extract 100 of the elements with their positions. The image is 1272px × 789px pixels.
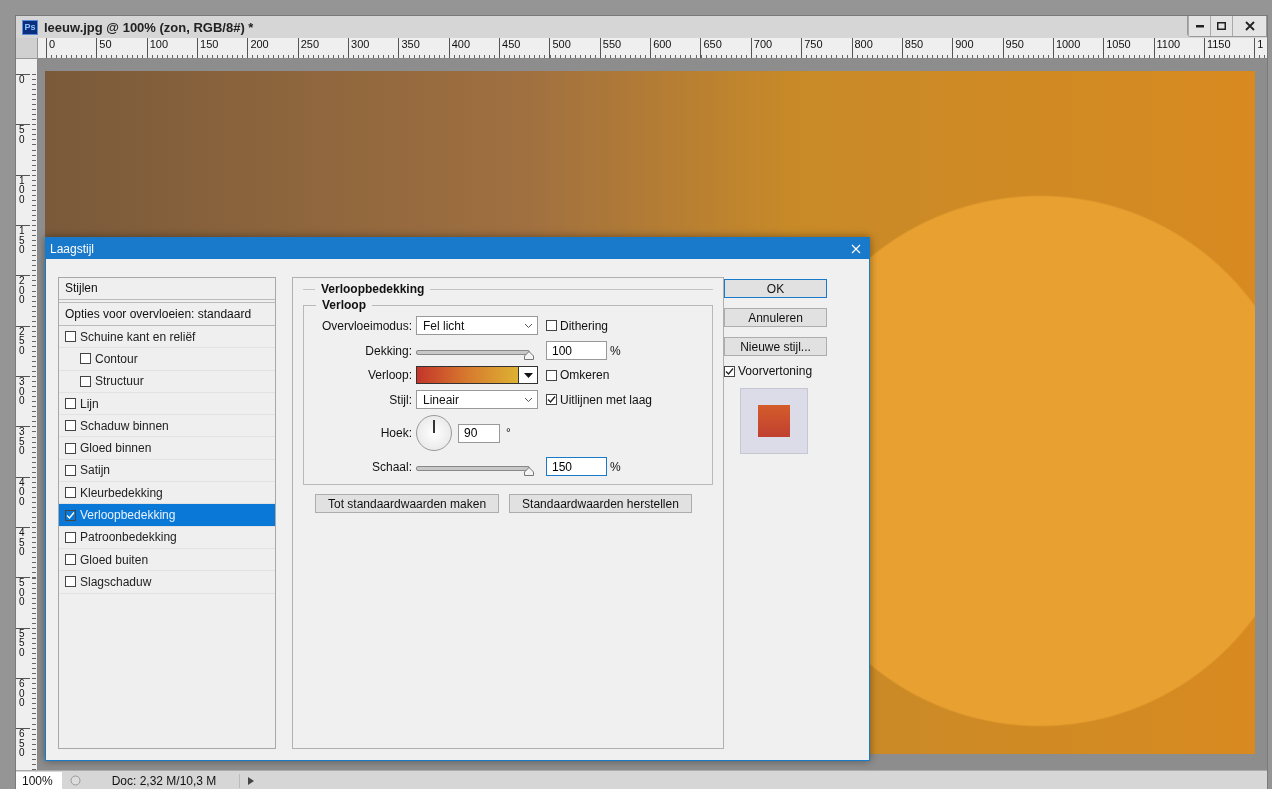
ruler-label: 100 xyxy=(16,174,30,226)
scale-slider[interactable] xyxy=(416,463,534,474)
ruler-label: 350 xyxy=(16,426,30,477)
reset-button[interactable]: Standaardwaarden herstellen xyxy=(509,494,692,513)
ruler-label: 50 xyxy=(16,124,30,175)
style-list-item[interactable]: Contour xyxy=(59,348,275,371)
checkbox[interactable] xyxy=(65,420,76,432)
ruler-label: 650 xyxy=(700,38,751,58)
maximize-button[interactable] xyxy=(1210,16,1232,36)
gradient-picker[interactable] xyxy=(416,366,538,384)
checkbox[interactable] xyxy=(65,554,76,566)
opacity-field[interactable]: 100 xyxy=(546,341,607,360)
chevron-down-icon xyxy=(524,322,533,329)
field-label: Hoek: xyxy=(379,426,413,440)
zoom-field[interactable]: 100% xyxy=(16,771,62,789)
ruler-label: 150 xyxy=(16,225,30,276)
style-list-item[interactable]: Lijn xyxy=(59,392,275,416)
checkbox[interactable] xyxy=(65,509,76,521)
app-badge: Ps xyxy=(22,19,38,35)
dialog-button[interactable]: Nieuwe stijl... xyxy=(724,337,827,356)
triangle-right-icon[interactable] xyxy=(248,776,254,785)
style-list-item[interactable]: Satijn xyxy=(59,459,275,483)
checkbox[interactable] xyxy=(65,442,76,454)
checkbox[interactable] xyxy=(65,331,76,343)
minimize-button[interactable] xyxy=(1188,16,1210,36)
field-label: Overvloeimodus: xyxy=(320,318,413,333)
checkbox[interactable] xyxy=(65,487,76,499)
scale-field[interactable]: 150 xyxy=(546,457,607,476)
checkbox-label: Omkeren xyxy=(560,368,610,382)
ruler-label: 450 xyxy=(499,38,550,58)
style-list-item[interactable]: Slagschaduw xyxy=(59,571,275,594)
field-label: Verloop: xyxy=(366,368,413,382)
maximize-icon xyxy=(1217,22,1226,30)
ruler-label: 300 xyxy=(16,376,30,427)
checkbox[interactable] xyxy=(546,369,557,381)
ruler-label: 1000 xyxy=(1052,38,1104,58)
ruler-label: 750 xyxy=(801,38,852,58)
ruler-label: 250 xyxy=(16,325,30,377)
unit-label: % xyxy=(610,459,621,474)
close-button[interactable] xyxy=(1232,16,1266,36)
ruler-label: 500 xyxy=(16,577,30,628)
checkbox[interactable] xyxy=(546,320,557,331)
blend-options-item[interactable]: Opties voor overvloeien: standaard xyxy=(59,302,275,326)
angle-dial[interactable] xyxy=(416,415,452,451)
reset-button[interactable]: Tot standaardwaarden maken xyxy=(315,494,500,513)
ruler-label: 100 xyxy=(146,38,198,58)
unit-label: ° xyxy=(506,426,511,440)
ruler-label: 400 xyxy=(16,476,30,528)
preview-thumbnail xyxy=(740,388,808,454)
ruler-label: 550 xyxy=(599,38,651,58)
checkbox[interactable] xyxy=(65,531,76,543)
document-title: leeuw.jpg @ 100% (zon, RGB/8#) * xyxy=(44,19,255,35)
ruler-label: 500 xyxy=(549,38,600,58)
ruler-label: 300 xyxy=(348,38,399,58)
slider-thumb[interactable] xyxy=(524,348,534,358)
slider-thumb[interactable] xyxy=(524,464,534,474)
ruler-label: 0 xyxy=(46,38,97,58)
close-icon[interactable] xyxy=(851,243,861,254)
ruler-label: 200 xyxy=(247,38,298,58)
checkbox-label: Voorvertoning xyxy=(738,364,813,378)
angle-field[interactable]: 90 xyxy=(458,423,500,443)
checkbox[interactable] xyxy=(65,464,76,476)
ruler-label: 600 xyxy=(650,38,701,58)
checkbox[interactable] xyxy=(80,375,91,387)
ok-button[interactable]: OK xyxy=(724,279,827,298)
ruler-label: 550 xyxy=(16,627,30,679)
ruler-label: 600 xyxy=(16,678,30,729)
chevron-down-icon xyxy=(524,396,533,403)
style-list-item[interactable]: Structuur xyxy=(59,370,275,393)
ruler-label: 700 xyxy=(750,38,802,58)
ruler-label: 50 xyxy=(96,38,147,58)
ruler-label: 250 xyxy=(297,38,349,58)
style-list-item[interactable]: Schuine kant en reliëf xyxy=(59,326,275,349)
ruler-label: 1 xyxy=(1254,38,1267,58)
style-dropdown[interactable]: Lineair xyxy=(416,390,538,409)
unit-label: % xyxy=(610,343,621,358)
ruler-label: 450 xyxy=(16,527,30,578)
ruler-label: 1050 xyxy=(1103,38,1154,58)
ruler-label: 200 xyxy=(16,275,30,326)
ruler-label: 150 xyxy=(197,38,248,58)
checkbox[interactable] xyxy=(724,365,735,377)
checkbox[interactable] xyxy=(546,394,557,405)
close-icon xyxy=(1244,21,1255,31)
style-list-item[interactable]: Gloed binnen xyxy=(59,437,275,460)
checkbox-label: Dithering xyxy=(560,318,609,333)
opacity-slider[interactable] xyxy=(416,347,534,358)
section-title: Verloopbedekking xyxy=(320,282,426,296)
checkbox[interactable] xyxy=(80,353,91,365)
ruler-label: 950 xyxy=(1002,38,1053,58)
ruler-label: 1100 xyxy=(1153,38,1204,58)
style-list-item[interactable]: Verloopbedekking xyxy=(59,504,275,527)
field-label: Schaal: xyxy=(370,459,413,474)
checkbox[interactable] xyxy=(65,398,76,410)
checkbox[interactable] xyxy=(65,576,76,588)
style-list-item[interactable]: Schaduw binnen xyxy=(59,415,275,438)
styles-header[interactable]: Stijlen xyxy=(59,278,275,300)
blend-mode-dropdown[interactable]: Fel licht xyxy=(416,316,538,335)
dialog-button[interactable]: Annuleren xyxy=(724,308,827,327)
style-list-item[interactable]: Patroonbedekking xyxy=(59,526,275,549)
style-list-item[interactable]: Gloed buiten xyxy=(59,548,275,572)
